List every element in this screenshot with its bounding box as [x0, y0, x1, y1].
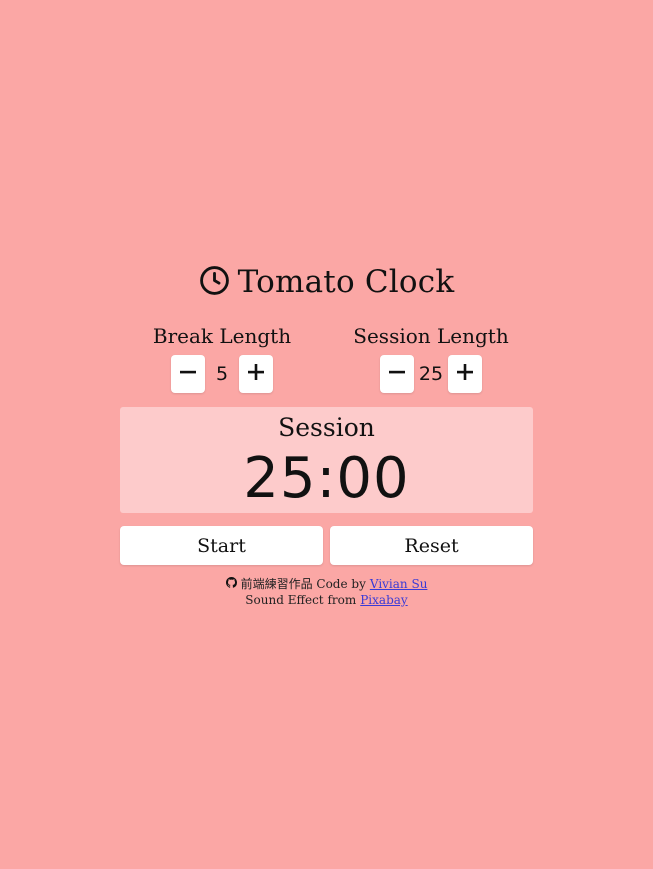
page-title: Tomato Clock [237, 264, 455, 300]
session-length-controls: 25 [331, 355, 531, 393]
break-decrement-button[interactable] [171, 355, 205, 393]
footer-credit-line: 前端練習作品 Code by Vivian Su [0, 576, 653, 592]
minus-icon [179, 363, 197, 385]
session-decrement-button[interactable] [380, 355, 414, 393]
break-length-label: Break Length [152, 324, 292, 348]
break-length-controls: 5 [122, 355, 322, 393]
plus-icon [247, 363, 265, 385]
start-button[interactable]: Start [120, 526, 323, 565]
minus-icon [388, 363, 406, 385]
session-length-label: Session Length [353, 324, 509, 348]
footer-sound-text: Sound Effect from [245, 593, 357, 607]
timer-display: 25:00 [243, 446, 410, 511]
plus-icon [456, 363, 474, 385]
footer-sound-line: Sound Effect from Pixabay [0, 592, 653, 608]
footer: 前端練習作品 Code by Vivian Su Sound Effect fr… [0, 576, 653, 608]
break-increment-button[interactable] [239, 355, 273, 393]
footer-credit-text: 前端練習作品 Code by [240, 577, 366, 591]
tomato-clock-app: Tomato Clock Break Length 5 Session Leng… [0, 0, 653, 869]
break-length-group: Break Length 5 [122, 322, 322, 393]
session-length-value: 25 [418, 363, 444, 385]
github-icon [225, 576, 237, 592]
author-link[interactable]: Vivian Su [370, 576, 428, 592]
session-increment-button[interactable] [448, 355, 482, 393]
timer-panel: Session 25:00 [120, 407, 533, 513]
session-length-group: Session Length 25 [331, 322, 531, 393]
clock-icon [199, 265, 230, 300]
timer-label: Session [278, 413, 375, 442]
pixabay-link[interactable]: Pixabay [360, 592, 407, 608]
reset-button[interactable]: Reset [330, 526, 533, 565]
break-length-value: 5 [215, 363, 229, 385]
title-row: Tomato Clock [0, 262, 653, 302]
